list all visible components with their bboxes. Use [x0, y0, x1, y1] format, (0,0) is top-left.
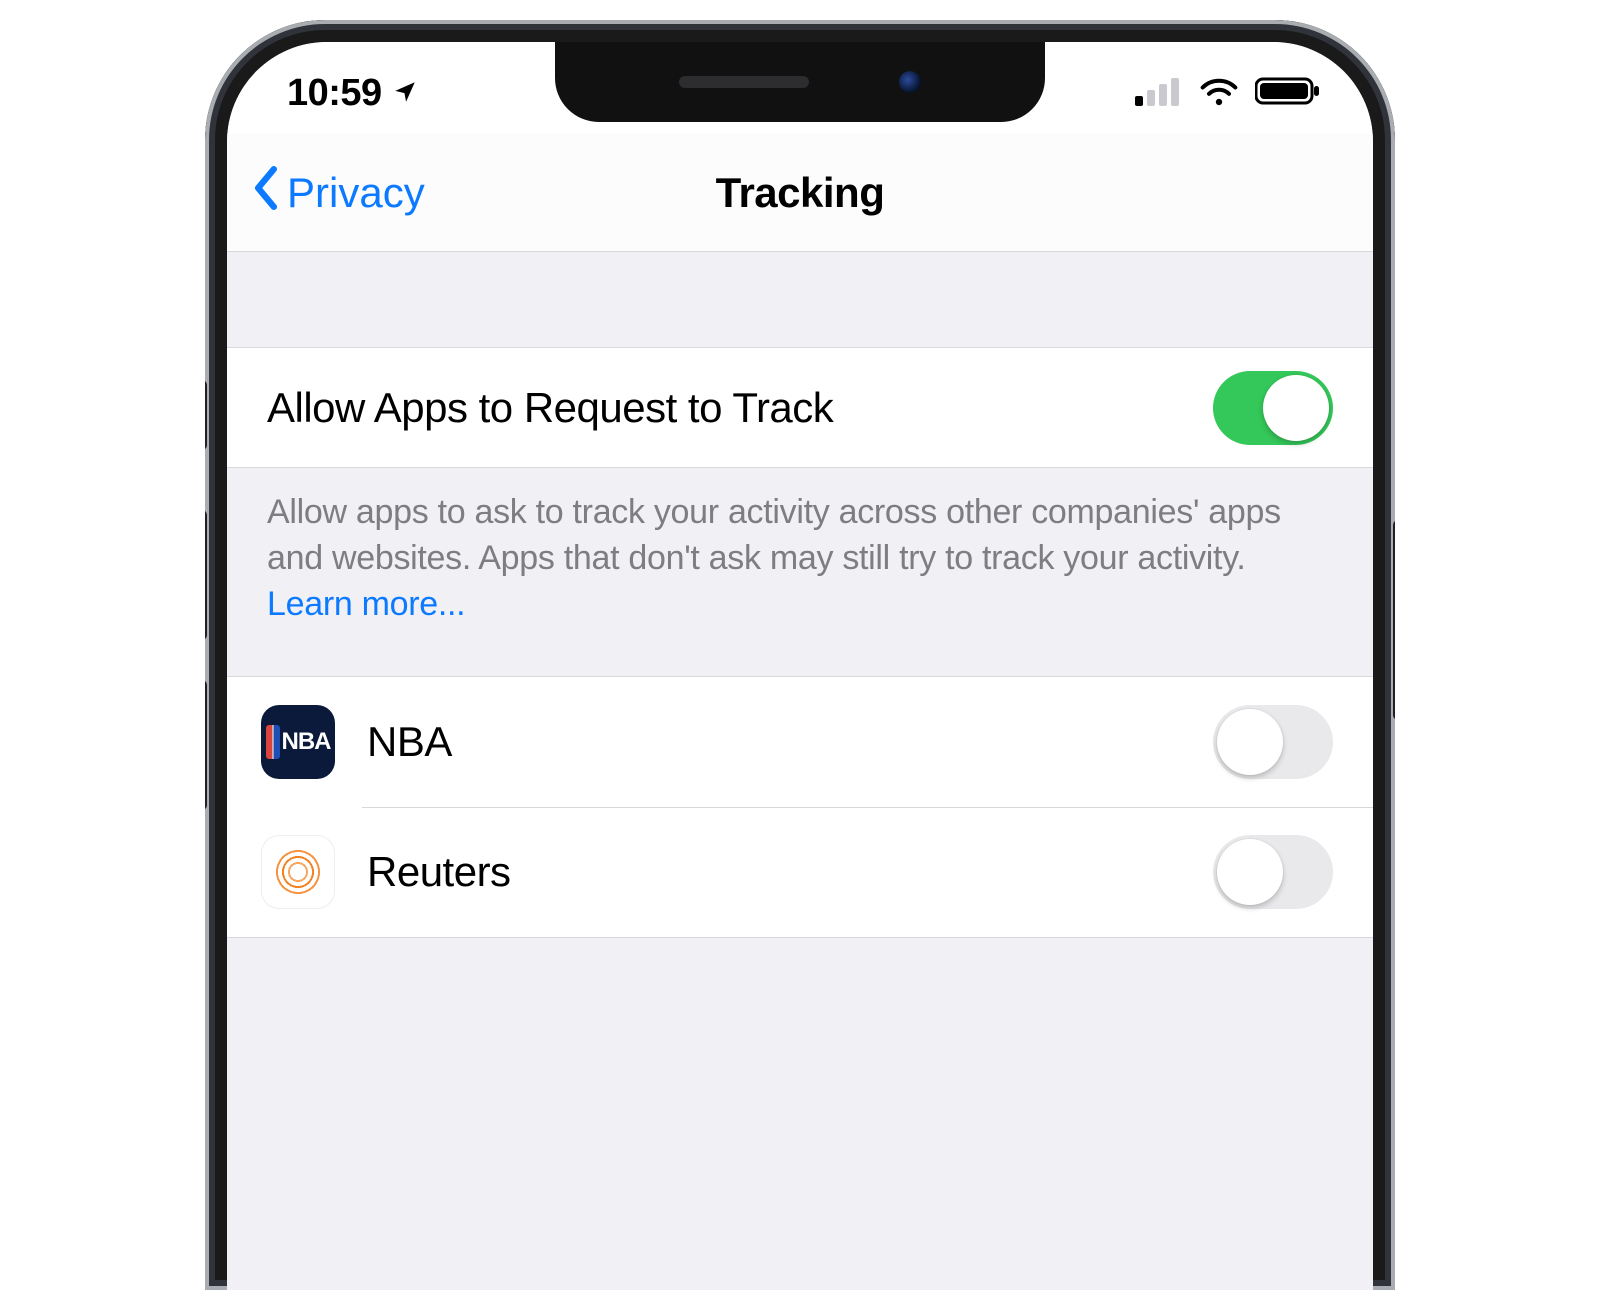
screen: 10:59: [227, 42, 1373, 1290]
page-title: Tracking: [716, 169, 885, 217]
app-row-nba: NBA NBA: [227, 677, 1373, 807]
app-list: NBA NBA Reuters: [227, 677, 1373, 937]
allow-tracking-label: Allow Apps to Request to Track: [267, 384, 833, 432]
nav-bar: Privacy Tracking: [227, 134, 1373, 252]
wifi-icon: [1197, 76, 1241, 111]
app-name-label: Reuters: [367, 848, 511, 896]
app-name-label: NBA: [367, 718, 452, 766]
nba-toggle[interactable]: [1213, 705, 1333, 779]
status-time: 10:59: [287, 72, 382, 115]
nba-app-icon: NBA: [261, 705, 335, 779]
notch: [555, 42, 1045, 122]
back-button[interactable]: Privacy: [251, 166, 425, 220]
phone-frame: 10:59: [205, 20, 1395, 1290]
allow-tracking-toggle[interactable]: [1213, 371, 1333, 445]
battery-icon: [1255, 76, 1321, 111]
location-arrow-icon: [392, 72, 418, 115]
reuters-toggle[interactable]: [1213, 835, 1333, 909]
chevron-left-icon: [251, 166, 281, 220]
front-camera: [899, 71, 921, 93]
app-row-reuters: Reuters: [227, 807, 1373, 937]
tracking-description-text: Allow apps to ask to track your activity…: [267, 493, 1281, 577]
allow-tracking-row: Allow Apps to Request to Track: [227, 348, 1373, 468]
section-gap: [227, 252, 1373, 348]
speaker-grille: [679, 76, 809, 88]
reuters-app-icon: [261, 835, 335, 909]
cellular-icon: [1135, 76, 1183, 111]
back-label: Privacy: [287, 169, 425, 217]
learn-more-link[interactable]: Learn more...: [267, 585, 465, 623]
tracking-description: Allow apps to ask to track your activity…: [227, 468, 1373, 677]
